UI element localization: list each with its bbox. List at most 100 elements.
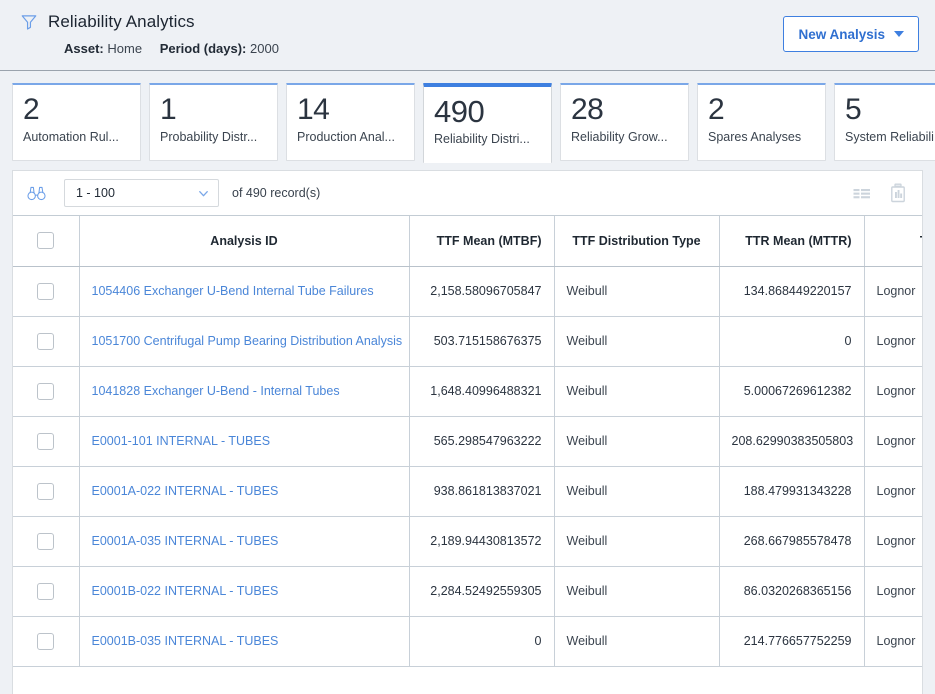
- table-row[interactable]: E0001B-022 INTERNAL - TUBES 2,284.524925…: [13, 566, 922, 617]
- cell-ttf-mean: 503.715158676375: [409, 316, 555, 367]
- column-header-ttf-mean[interactable]: TTF Mean (MTBF): [409, 216, 555, 267]
- period-value: 2000: [250, 41, 279, 56]
- cell-ttr-distribution: Lognor: [864, 466, 922, 517]
- tab-system-reliability[interactable]: 5 System Reliabili...: [834, 83, 935, 161]
- cell-ttf-mean: 2,189.94430813572: [409, 516, 555, 567]
- cell-ttf-distribution: Weibull: [554, 616, 720, 667]
- cell-ttf-distribution: Weibull: [554, 366, 720, 417]
- tab-label: Reliability Distri...: [434, 132, 530, 146]
- binoculars-icon[interactable]: [27, 186, 46, 201]
- tab-automation-rules[interactable]: 2 Automation Rul...: [12, 83, 141, 161]
- new-analysis-label: New Analysis: [798, 26, 885, 42]
- tab-count: 2: [708, 93, 725, 126]
- analyses-table: Analysis ID TTF Mean (MTBF) TTF Distribu…: [13, 216, 922, 667]
- asset-value: Home: [107, 41, 143, 56]
- analysis-id-link[interactable]: E0001A-022 INTERNAL - TUBES: [92, 484, 279, 498]
- cell-ttr-mean: 208.62990383505803: [719, 416, 865, 467]
- new-analysis-button[interactable]: New Analysis: [783, 16, 919, 52]
- columns-list-icon[interactable]: [850, 181, 874, 205]
- analysis-id-link[interactable]: E0001-101 INTERNAL - TUBES: [92, 434, 271, 448]
- row-checkbox[interactable]: [37, 482, 55, 500]
- tab-label: Reliability Grow...: [571, 130, 668, 144]
- page-header: Reliability Analytics Asset: Home Period…: [0, 0, 935, 71]
- row-select-cell: [13, 266, 80, 317]
- table-row[interactable]: 1041828 Exchanger U-Bend - Internal Tube…: [13, 366, 922, 417]
- row-checkbox[interactable]: [37, 332, 55, 350]
- cell-ttr-mean: 0: [719, 316, 865, 367]
- row-checkbox[interactable]: [37, 382, 55, 400]
- cell-ttr-distribution: Lognor: [864, 316, 922, 367]
- grid-toolbar: 1 - 100 of 490 record(s): [13, 171, 922, 216]
- row-checkbox[interactable]: [37, 532, 55, 550]
- tab-count: 5: [845, 93, 862, 126]
- row-select-cell: [13, 516, 80, 567]
- analysis-id-link[interactable]: 1041828 Exchanger U-Bend - Internal Tube…: [92, 384, 340, 398]
- cell-ttr-distribution: Lognor: [864, 516, 922, 567]
- tab-label: Automation Rul...: [23, 130, 119, 144]
- row-select-cell: [13, 466, 80, 517]
- tab-probability-distributions[interactable]: 1 Probability Distr...: [149, 83, 278, 161]
- trash-delete-icon[interactable]: [886, 181, 910, 205]
- cell-ttr-distribution: Lognor: [864, 566, 922, 617]
- row-checkbox[interactable]: [37, 282, 55, 300]
- grid-scroll-container[interactable]: Analysis ID TTF Mean (MTBF) TTF Distribu…: [13, 216, 922, 694]
- tab-production-analyses[interactable]: 14 Production Anal...: [286, 83, 415, 161]
- row-checkbox[interactable]: [37, 632, 55, 650]
- table-row[interactable]: 1051700 Centrifugal Pump Bearing Distrib…: [13, 316, 922, 367]
- cell-ttf-mean: 2,284.52492559305: [409, 566, 555, 617]
- record-count-label: of 490 record(s): [232, 186, 321, 200]
- page-range-select[interactable]: 1 - 100: [64, 179, 219, 207]
- tab-label: Production Anal...: [297, 130, 395, 144]
- analysis-id-link[interactable]: E0001B-035 INTERNAL - TUBES: [92, 634, 279, 648]
- cell-ttf-distribution: Weibull: [554, 416, 720, 467]
- table-row[interactable]: E0001A-035 INTERNAL - TUBES 2,189.944308…: [13, 516, 922, 567]
- cell-ttr-distribution: Lognor: [864, 616, 922, 667]
- column-header-analysis-id[interactable]: Analysis ID: [79, 216, 410, 267]
- cell-ttf-mean: 0: [409, 616, 555, 667]
- chevron-down-icon: [894, 31, 904, 37]
- page-title: Reliability Analytics: [48, 12, 195, 31]
- table-body: 1054406 Exchanger U-Bend Internal Tube F…: [13, 266, 922, 667]
- cell-ttf-mean: 2,158.58096705847: [409, 266, 555, 317]
- table-row[interactable]: E0001-101 INTERNAL - TUBES 565.298547963…: [13, 416, 922, 467]
- tab-reliability-growth[interactable]: 28 Reliability Grow...: [560, 83, 689, 161]
- cell-ttf-distribution: Weibull: [554, 266, 720, 317]
- tab-count: 28: [571, 93, 604, 126]
- analysis-id-link[interactable]: E0001B-022 INTERNAL - TUBES: [92, 584, 279, 598]
- cell-ttr-mean: 188.479931343228: [719, 466, 865, 517]
- row-select-cell: [13, 566, 80, 617]
- table-header-row: Analysis ID TTF Mean (MTBF) TTF Distribu…: [13, 216, 922, 267]
- analysis-id-link[interactable]: 1054406 Exchanger U-Bend Internal Tube F…: [92, 284, 374, 298]
- table-row[interactable]: E0001B-035 INTERNAL - TUBES 0 Weibull 21…: [13, 616, 922, 667]
- cell-ttf-distribution: Weibull: [554, 466, 720, 517]
- row-select-cell: [13, 316, 80, 367]
- table-row[interactable]: E0001A-022 INTERNAL - TUBES 938.86181383…: [13, 466, 922, 517]
- tab-spares-analyses[interactable]: 2 Spares Analyses: [697, 83, 826, 161]
- analysis-id-link[interactable]: E0001A-035 INTERNAL - TUBES: [92, 534, 279, 548]
- analysis-id-link[interactable]: 1051700 Centrifugal Pump Bearing Distrib…: [92, 334, 403, 348]
- column-header-ttr-distribution[interactable]: TTR Dis: [864, 216, 922, 267]
- cell-ttr-mean: 268.667985578478: [719, 516, 865, 567]
- cell-analysis-id: E0001B-022 INTERNAL - TUBES: [79, 566, 410, 617]
- tab-label: Probability Distr...: [160, 130, 258, 144]
- row-checkbox[interactable]: [37, 432, 55, 450]
- cell-ttr-mean: 214.776657752259: [719, 616, 865, 667]
- row-select-cell: [13, 416, 80, 467]
- asset-label: Asset:: [64, 41, 104, 56]
- cell-ttf-mean: 938.861813837021: [409, 466, 555, 517]
- cell-ttf-distribution: Weibull: [554, 316, 720, 367]
- select-all-checkbox[interactable]: [37, 232, 55, 250]
- column-header-ttf-distribution[interactable]: TTF Distribution Type: [554, 216, 720, 267]
- tab-count: 14: [297, 93, 330, 126]
- tab-label: System Reliabili...: [845, 130, 935, 144]
- tab-reliability-distributions[interactable]: 490 Reliability Distri...: [423, 83, 552, 163]
- cell-analysis-id: E0001A-035 INTERNAL - TUBES: [79, 516, 410, 567]
- row-checkbox[interactable]: [37, 582, 55, 600]
- cell-ttf-mean: 565.298547963222: [409, 416, 555, 467]
- select-all-header: [13, 216, 80, 267]
- column-header-ttr-mean[interactable]: TTR Mean (MTTR): [719, 216, 865, 267]
- table-row[interactable]: 1054406 Exchanger U-Bend Internal Tube F…: [13, 266, 922, 317]
- cell-ttf-distribution: Weibull: [554, 566, 720, 617]
- cell-analysis-id: E0001A-022 INTERNAL - TUBES: [79, 466, 410, 517]
- cell-analysis-id: 1041828 Exchanger U-Bend - Internal Tube…: [79, 366, 410, 417]
